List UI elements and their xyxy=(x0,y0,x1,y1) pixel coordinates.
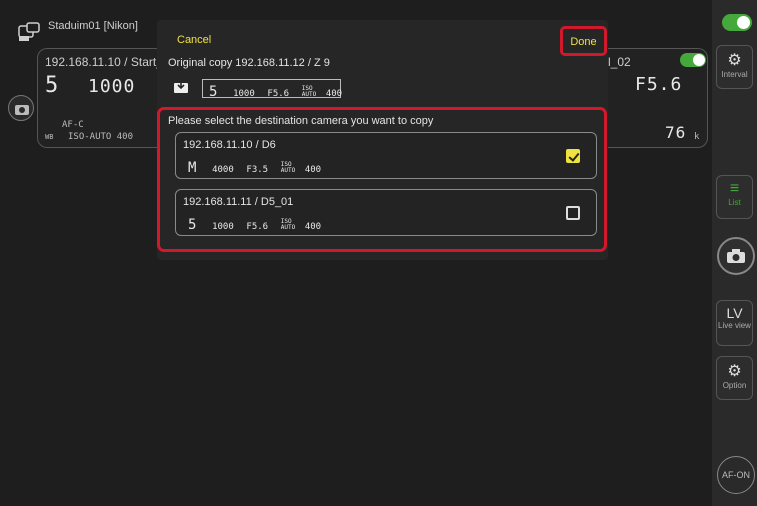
camera-icon xyxy=(15,105,29,115)
option-label: Option xyxy=(722,381,747,390)
cancel-button[interactable]: Cancel xyxy=(177,34,211,46)
shutter-button[interactable] xyxy=(717,237,755,275)
destination-checkbox-checked[interactable] xyxy=(566,149,580,163)
orig-speed: 1000 xyxy=(233,89,255,99)
af-on-button[interactable]: AF-ON xyxy=(717,456,755,494)
orig-mode: 5 xyxy=(209,84,218,100)
option-button[interactable]: ⚙ Option xyxy=(716,356,753,400)
dest-mode: M xyxy=(188,160,197,176)
destination-prompt: Please select the destination camera you… xyxy=(168,115,434,127)
destination-camera-item[interactable]: 192.168.11.11 / D5_01 5 1000 F5.6 ISO AUT… xyxy=(175,189,597,236)
camera-left-focus: AF-C xyxy=(62,120,84,130)
list-button[interactable]: ≡ List xyxy=(716,175,753,219)
interval-label: Interval xyxy=(721,70,748,79)
destination-name: 192.168.11.11 / D5_01 xyxy=(183,196,294,208)
camera-right-aperture: F5.6 xyxy=(635,74,683,95)
destination-name: 192.168.11.10 / D6 xyxy=(183,139,276,151)
destination-camera-item[interactable]: 192.168.11.10 / D6 M 4000 F3.5 ISO AUTO 4… xyxy=(175,132,597,179)
app-title: Staduim01 [Nikon] xyxy=(48,20,138,32)
camera-mode-button[interactable] xyxy=(8,95,34,121)
camera-left-speed: 1000 xyxy=(88,76,136,97)
original-settings-box: 5 1000 F5.6 ISO AUTO 400 xyxy=(202,79,343,100)
interval-button[interactable]: ⚙ Interval xyxy=(716,45,753,89)
dest-iso-bottom: AUTO xyxy=(280,166,296,174)
dest-mode: 5 xyxy=(188,217,197,233)
orig-aperture: F5.6 xyxy=(267,89,290,99)
camera-right-toggle[interactable] xyxy=(680,53,706,67)
destination-checkbox-unchecked[interactable] xyxy=(566,206,580,220)
copy-source-icon xyxy=(174,79,188,93)
app-camera-group-icon[interactable] xyxy=(18,20,40,42)
live-view-label: Live view xyxy=(718,321,751,330)
dest-aperture: F5.6 xyxy=(246,222,269,232)
orig-iso-value: 400 xyxy=(325,89,343,99)
live-view-button[interactable]: LV Live view xyxy=(716,300,753,346)
camera-right-k: k xyxy=(694,132,700,142)
done-label: Done xyxy=(570,36,597,48)
dest-iso-bottom: AUTO xyxy=(280,223,296,231)
gear-icon: ⚙ xyxy=(727,363,742,380)
dest-iso-value: 400 xyxy=(304,165,322,175)
camera-icon xyxy=(727,249,745,263)
dest-speed: 1000 xyxy=(212,222,234,232)
camera-left-iso: ISO-AUTO 400 xyxy=(68,132,134,142)
list-label: List xyxy=(728,198,741,207)
done-button[interactable]: Done xyxy=(560,26,607,56)
connection-toggle[interactable] xyxy=(722,14,752,31)
camera-right-frames: 76 xyxy=(665,123,687,142)
dest-aperture: F3.5 xyxy=(246,165,269,175)
camera-left-wb: WB xyxy=(45,133,54,141)
lv-label: LV xyxy=(726,305,743,321)
camera-right-name: l_02 xyxy=(608,55,631,69)
dest-iso-value: 400 xyxy=(304,222,322,232)
original-camera-label: Original copy 192.168.11.12 / Z 9 xyxy=(168,57,330,69)
dest-speed: 4000 xyxy=(212,165,234,175)
orig-iso-bottom: AUTO xyxy=(301,90,317,98)
camera-left-mode: 5 xyxy=(45,73,60,98)
interval-camera-icon: ⚙ xyxy=(727,52,742,69)
list-icon: ≡ xyxy=(729,180,740,197)
